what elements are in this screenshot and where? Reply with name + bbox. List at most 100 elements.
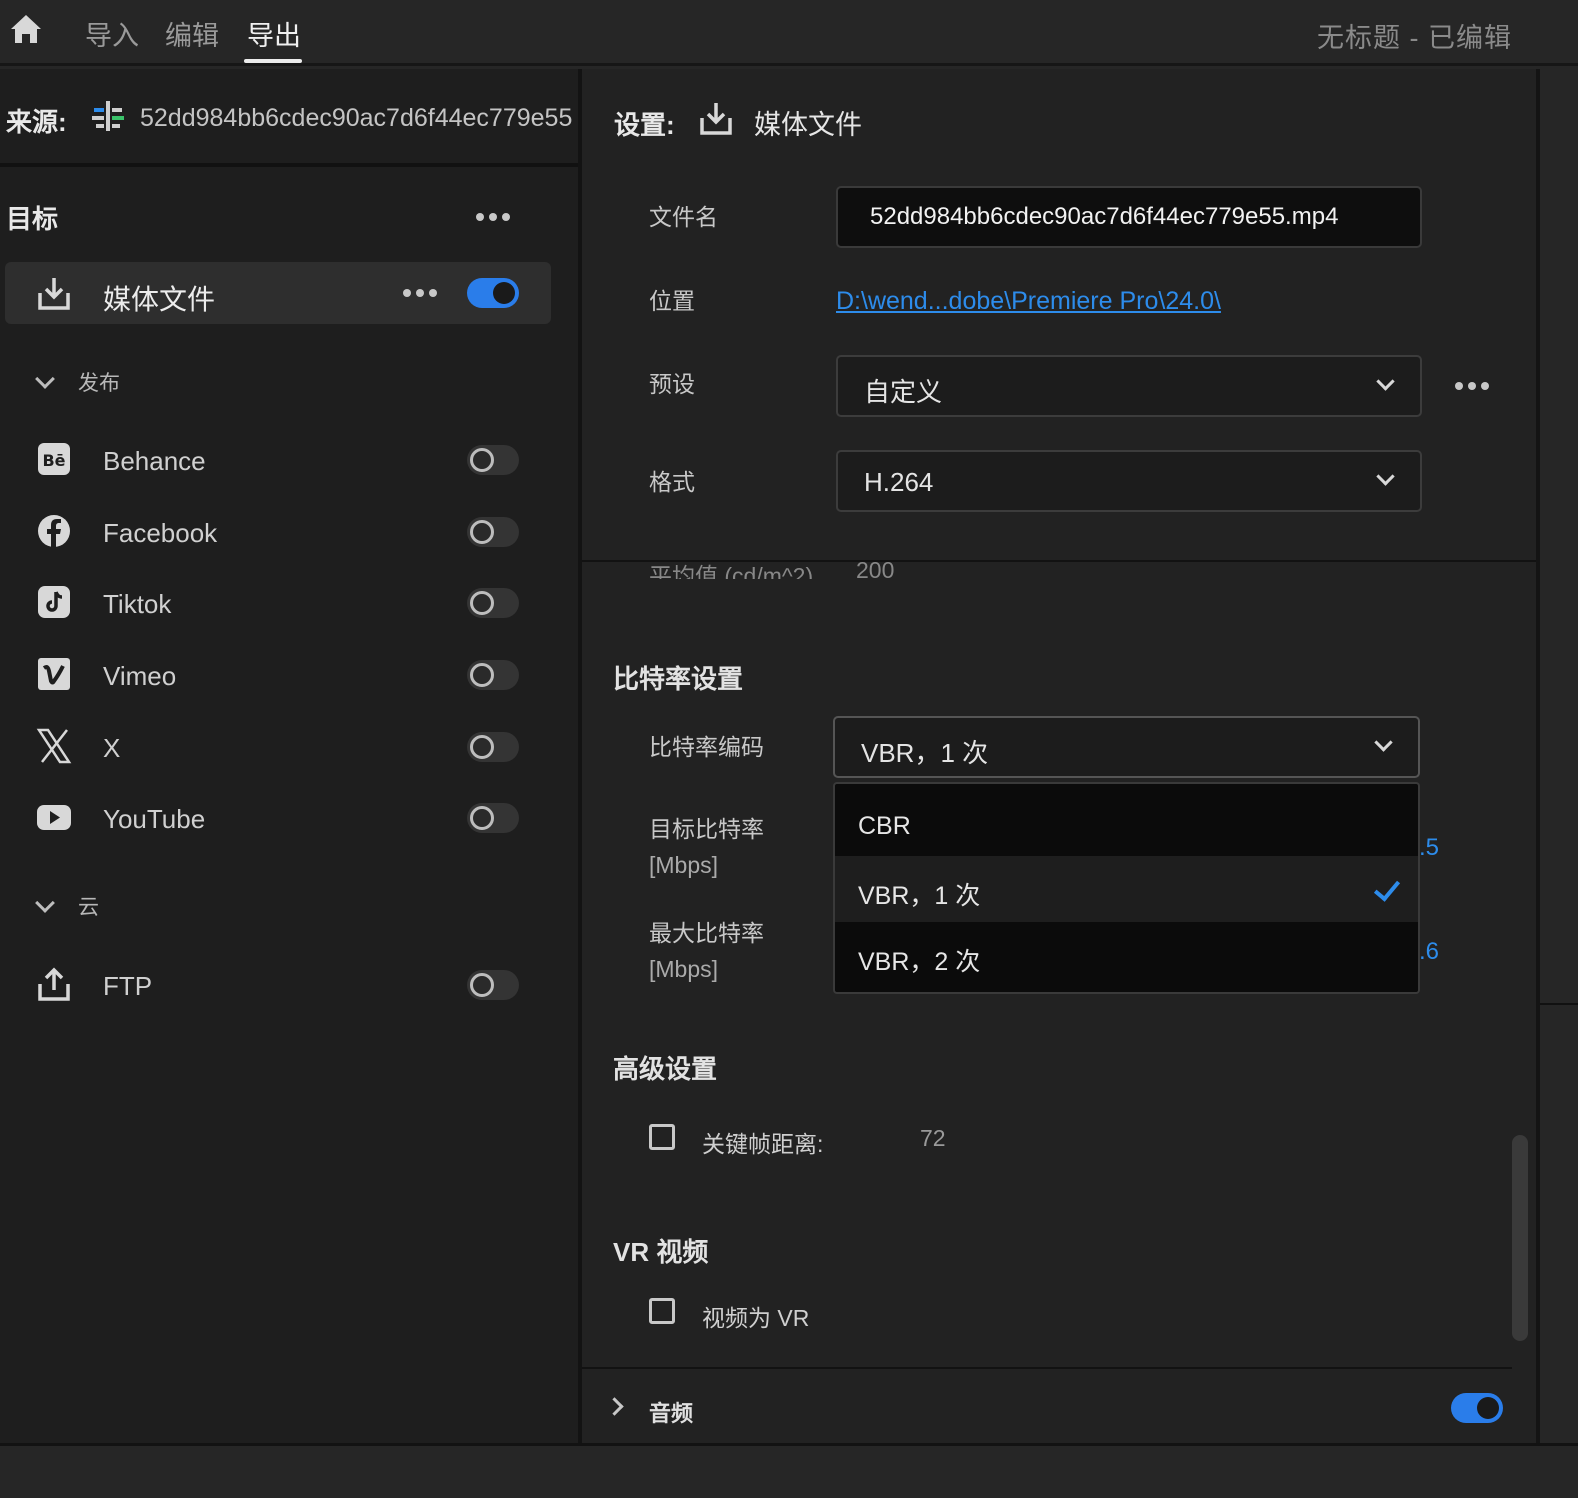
source-row: 来源: 52dd984bb6cdec90ac7d6f44ec779e55 (0, 69, 578, 167)
tiktok-icon (38, 586, 70, 618)
active-tab-indicator (244, 59, 302, 63)
targets-more-icon[interactable] (476, 213, 512, 223)
keyframe-label: 关键帧距离: (702, 1131, 824, 1157)
facebook-label: Facebook (103, 518, 218, 548)
target-tiktok[interactable]: Tiktok (0, 576, 578, 630)
vimeo-toggle[interactable] (467, 660, 519, 690)
publish-section-header[interactable]: 发布 (32, 367, 120, 397)
format-value: H.264 (864, 467, 934, 497)
dropdown-option-vbr-2-pass[interactable]: VBR，2 次 (835, 922, 1418, 988)
tiktok-toggle[interactable] (467, 588, 519, 618)
media-file-label: 媒体文件 (103, 284, 216, 315)
dropdown-option-vbr-1-pass[interactable]: VBR，1 次 (835, 856, 1418, 922)
target-facebook[interactable]: Facebook (0, 505, 578, 559)
behance-label: Behance (103, 446, 206, 476)
youtube-toggle[interactable] (467, 803, 519, 833)
preset-value: 自定义 (864, 377, 943, 407)
bitrate-encoding-select[interactable]: VBR，1 次 (833, 716, 1420, 778)
target-vimeo[interactable]: Vimeo (0, 648, 578, 702)
audio-toggle[interactable] (1451, 1393, 1503, 1423)
tab-import[interactable]: 导入 (85, 14, 139, 53)
facebook-icon (38, 515, 70, 547)
download-icon (700, 103, 732, 135)
vimeo-icon (38, 658, 70, 690)
bitrate-encoding-value: VBR，1 次 (861, 738, 989, 768)
chevron-right-icon[interactable] (605, 1397, 624, 1416)
target-x[interactable]: X (0, 720, 578, 774)
cloud-section-header[interactable]: 云 (32, 891, 99, 921)
target-ftp[interactable]: FTP (0, 958, 578, 1012)
clipped-row-label: 平均值 (cd/m^2) (649, 563, 814, 579)
settings-panel: 设置: 媒体文件 文件名 52dd984bb6cdec90ac7d6f44ec7… (582, 69, 1536, 1443)
settings-title: 设置: (614, 110, 675, 140)
max-bitrate-unit: [Mbps] (649, 956, 719, 982)
source-label: 来源: (6, 107, 67, 137)
download-icon (38, 278, 70, 310)
facebook-toggle[interactable] (467, 517, 519, 547)
target-bitrate-unit: [Mbps] (649, 852, 719, 878)
advanced-section-title: 高级设置 (613, 1054, 718, 1084)
sequence-icon (92, 101, 124, 131)
top-bar: 导入 编辑 导出 无标题 - 已编辑 (0, 0, 1578, 66)
target-bitrate-value[interactable]: .5 (1419, 834, 1439, 862)
tab-export[interactable]: 导出 (247, 14, 301, 53)
clipped-row-value: 200 (856, 557, 895, 579)
svg-text:Bē: Bē (42, 451, 65, 470)
preset-select[interactable]: 自定义 (836, 355, 1422, 417)
tab-edit[interactable]: 编辑 (165, 14, 219, 53)
checkmark-icon (1373, 874, 1401, 902)
max-bitrate-value[interactable]: .6 (1419, 938, 1439, 966)
targets-panel: 来源: 52dd984bb6cdec90ac7d6f44ec779e55 目标 … (0, 69, 578, 1443)
filename-label: 文件名 (649, 204, 718, 230)
behance-toggle[interactable] (467, 445, 519, 475)
bitrate-section-title: 比特率设置 (613, 664, 744, 694)
settings-scrollbar[interactable] (1512, 1135, 1528, 1341)
keyframe-checkbox[interactable] (649, 1124, 675, 1150)
bitrate-encoding-dropdown: CBR VBR，1 次 VBR，2 次 (833, 782, 1420, 994)
x-toggle[interactable] (467, 732, 519, 762)
chevron-down-icon (1376, 467, 1395, 486)
target-behance[interactable]: Bē Behance (0, 433, 578, 487)
media-file-toggle[interactable] (467, 278, 519, 308)
vr-checkbox[interactable] (649, 1298, 675, 1324)
tiktok-label: Tiktok (103, 589, 172, 619)
target-media-file[interactable]: 媒体文件 (5, 262, 551, 324)
audio-divider (582, 1367, 1512, 1369)
target-youtube[interactable]: YouTube (0, 791, 578, 845)
option-label: VBR，2 次 (858, 948, 981, 976)
filename-value: 52dd984bb6cdec90ac7d6f44ec779e55.mp4 (870, 203, 1339, 230)
option-label: VBR，1 次 (858, 882, 981, 910)
x-label: X (103, 733, 121, 763)
audio-section-label[interactable]: 音频 (649, 1396, 693, 1428)
format-select[interactable]: H.264 (836, 450, 1422, 512)
vr-checkbox-label: 视频为 VR (702, 1305, 810, 1331)
bitrate-encoding-label: 比特率编码 (649, 734, 764, 760)
chevron-down-icon (1376, 372, 1395, 391)
side-gutter (1540, 69, 1578, 1443)
ftp-toggle[interactable] (467, 970, 519, 1000)
max-bitrate-label: 最大比特率 (649, 920, 764, 946)
preset-more-icon[interactable] (1455, 382, 1491, 392)
keyframe-value[interactable]: 72 (920, 1125, 946, 1152)
behance-icon: Bē (38, 443, 70, 475)
targets-title: 目标 (6, 204, 59, 234)
preset-label: 预设 (649, 371, 695, 397)
media-file-more-icon[interactable] (403, 289, 439, 299)
dropdown-option-cbr[interactable]: CBR (835, 792, 1418, 858)
cloud-section-label: 云 (78, 896, 99, 919)
document-title: 无标题 - 已编辑 (1317, 23, 1512, 53)
option-label: CBR (858, 812, 911, 840)
upload-icon (38, 967, 70, 1001)
filename-input[interactable]: 52dd984bb6cdec90ac7d6f44ec779e55.mp4 (836, 186, 1422, 248)
chevron-down-icon (1374, 733, 1393, 752)
format-label: 格式 (649, 469, 695, 495)
location-link[interactable]: D:\wend...dobe\Premiere Pro\24.0\ (836, 287, 1221, 316)
location-label: 位置 (649, 288, 695, 314)
vr-section-title: VR 视频 (613, 1237, 709, 1267)
x-icon (36, 728, 72, 764)
home-icon[interactable] (8, 12, 44, 46)
bottom-bar (0, 1443, 1578, 1498)
settings-target-name: 媒体文件 (754, 110, 862, 140)
youtube-icon (37, 805, 71, 830)
youtube-label: YouTube (103, 804, 206, 834)
